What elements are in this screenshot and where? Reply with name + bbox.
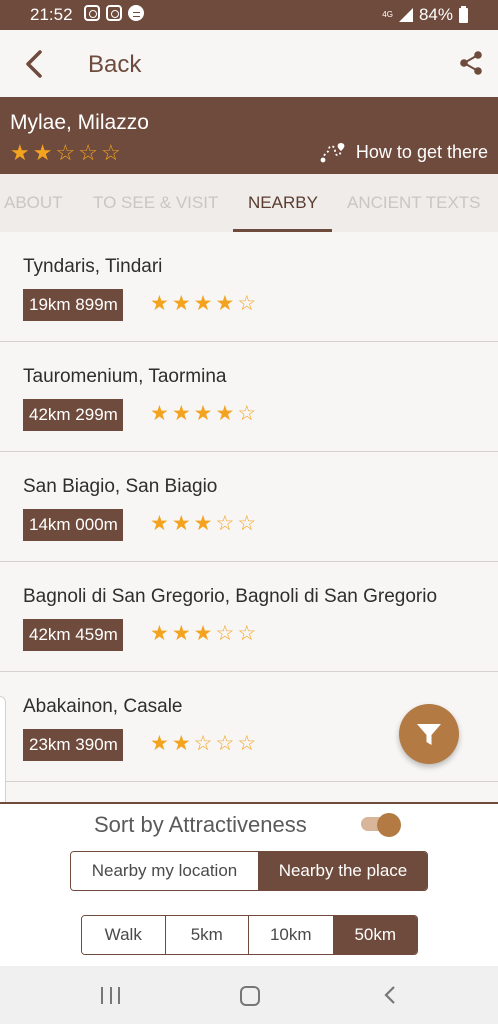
item-title: Bagnoli di San Gregorio, Bagnoli di San … <box>23 586 438 607</box>
network-type: 4G <box>382 10 393 19</box>
filter-button[interactable] <box>399 704 459 764</box>
item-title: Tauromenium, Taormina <box>23 366 227 387</box>
distance-badge: 23km 390m <box>23 729 123 761</box>
star-empty-icon: ☆ <box>237 292 257 315</box>
star-empty-icon: ☆ <box>237 622 257 645</box>
star-filled-icon: ★ <box>171 512 191 535</box>
status-bar: 21:52 4G 84% <box>0 0 498 30</box>
route-icon <box>320 143 345 163</box>
item-rating: ★ ★ ☆ ☆ ☆ <box>150 732 256 756</box>
back-button[interactable]: Back <box>88 51 141 79</box>
star-filled-icon: ★ <box>10 140 30 165</box>
star-filled-icon: ★ <box>171 732 191 755</box>
sort-label: Sort by Attractiveness <box>94 812 307 837</box>
app-bar: Back <box>0 30 498 97</box>
star-filled-icon: ★ <box>150 402 169 425</box>
location-segmented-control: Nearby my location Nearby the place <box>70 851 428 891</box>
battery-percent: 84% <box>418 5 453 24</box>
filter-sheet: Sort by Attractiveness Nearby my locatio… <box>0 802 498 966</box>
star-filled-icon: ★ <box>215 292 235 315</box>
star-empty-icon: ☆ <box>237 402 257 425</box>
star-filled-icon: ★ <box>32 140 53 165</box>
star-filled-icon: ★ <box>171 402 191 425</box>
item-rating: ★ ★ ★ ★ ☆ <box>150 292 256 316</box>
star-empty-icon: ☆ <box>237 512 257 535</box>
item-title: Tyndaris, Tindari <box>23 256 163 277</box>
nav-back-icon[interactable] <box>382 984 398 1006</box>
distance-badge: 14km 000m <box>23 509 123 541</box>
distance-badge: 19km 899m <box>23 289 123 321</box>
distance-walk-option[interactable]: Walk <box>82 916 166 954</box>
place-header: Mylae, Milazzo ★ ★ ☆ ☆ ☆ How to get there <box>0 97 498 174</box>
star-filled-icon: ★ <box>215 402 235 425</box>
distance-5km-option[interactable]: 5km <box>165 916 249 954</box>
item-title: San Biagio, San Biagio <box>23 476 218 497</box>
tab-about[interactable]: ABOUT <box>4 174 63 232</box>
star-empty-icon: ☆ <box>100 140 121 165</box>
star-filled-icon: ★ <box>150 512 169 535</box>
star-empty-icon: ☆ <box>215 732 235 755</box>
star-filled-icon: ★ <box>193 622 213 645</box>
list-item[interactable]: Tauromenium, Taormina 42km 299m ★ ★ ★ ★ ☆ <box>0 342 498 452</box>
star-filled-icon: ★ <box>193 402 213 425</box>
home-icon[interactable] <box>240 986 260 1006</box>
list-item[interactable]: Tyndaris, Tindari 19km 899m ★ ★ ★ ★ ☆ <box>0 232 498 342</box>
star-empty-icon: ☆ <box>215 512 235 535</box>
item-rating: ★ ★ ★ ★ ☆ <box>150 402 256 426</box>
distance-50km-option[interactable]: 50km <box>333 916 417 954</box>
system-nav-bar <box>0 966 498 1024</box>
tab-to-see-and-visit[interactable]: TO SEE & VISIT <box>93 174 218 232</box>
item-title: Abakainon, Casale <box>23 696 183 717</box>
place-rating: ★ ★ ☆ ☆ ☆ <box>10 142 121 164</box>
nearby-my-location-option[interactable]: Nearby my location <box>71 852 259 890</box>
list-item[interactable]: San Biagio, San Biagio 14km 000m ★ ★ ★ ☆ ☆ <box>0 452 498 562</box>
distance-segmented-control: Walk 5km 10km 50km <box>81 915 418 955</box>
instagram-icon <box>84 5 100 21</box>
star-empty-icon: ☆ <box>193 732 213 755</box>
tab-ancient-texts[interactable]: ANCIENT TEXTS <box>347 174 481 232</box>
distance-badge: 42km 299m <box>23 399 123 431</box>
sort-toggle[interactable] <box>361 813 401 837</box>
filter-icon <box>417 724 441 745</box>
distance-badge: 42km 459m <box>23 619 123 651</box>
star-empty-icon: ☆ <box>55 140 76 165</box>
page-title: Mylae, Milazzo <box>10 111 149 134</box>
toggle-thumb <box>377 813 401 837</box>
tab-nearby[interactable]: NEARBY <box>248 174 318 232</box>
star-filled-icon: ★ <box>193 292 213 315</box>
recents-icon[interactable] <box>101 987 120 1004</box>
status-time: 21:52 <box>30 5 73 24</box>
item-rating: ★ ★ ★ ☆ ☆ <box>150 622 256 646</box>
share-icon[interactable] <box>458 50 484 76</box>
how-to-get-there-link[interactable]: How to get there <box>320 141 488 163</box>
star-filled-icon: ★ <box>193 512 213 535</box>
star-filled-icon: ★ <box>150 732 169 755</box>
nearby-the-place-option[interactable]: Nearby the place <box>258 852 427 890</box>
star-filled-icon: ★ <box>150 622 169 645</box>
star-empty-icon: ☆ <box>237 732 257 755</box>
how-to-get-there-label: How to get there <box>355 141 488 162</box>
list-item[interactable]: Bagnoli di San Gregorio, Bagnoli di San … <box>0 562 498 672</box>
star-filled-icon: ★ <box>171 622 191 645</box>
distance-10km-option[interactable]: 10km <box>249 916 334 954</box>
star-filled-icon: ★ <box>171 292 191 315</box>
star-filled-icon: ★ <box>150 292 169 315</box>
instagram-icon <box>106 5 122 21</box>
spotify-icon <box>128 5 144 21</box>
star-empty-icon: ☆ <box>215 622 235 645</box>
star-empty-icon: ☆ <box>78 140 98 165</box>
item-rating: ★ ★ ★ ☆ ☆ <box>150 512 256 536</box>
signal-icon <box>398 8 413 22</box>
tab-bar: ABOUT TO SEE & VISIT NEARBY ANCIENT TEXT… <box>0 174 498 232</box>
chevron-left-icon[interactable] <box>24 50 44 78</box>
battery-icon <box>459 5 468 23</box>
